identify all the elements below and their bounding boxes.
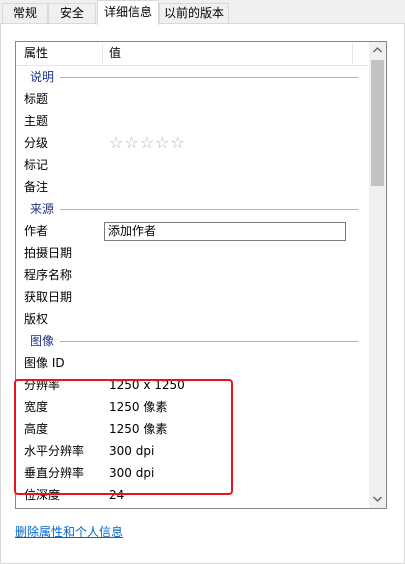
property-key: 获取日期 [24, 290, 73, 304]
property-row-height[interactable]: 高度 1250 像素 [16, 418, 368, 440]
property-key: 图像 ID [24, 356, 65, 370]
column-separator[interactable] [102, 44, 103, 64]
column-header-property[interactable]: 属性 [24, 42, 48, 65]
property-key: 拍摄日期 [24, 246, 73, 260]
property-value: 1250 像素 [109, 400, 168, 414]
property-row-rating[interactable]: 分级 ☆☆☆☆☆ [16, 132, 368, 154]
property-value: 1250 像素 [109, 422, 168, 436]
property-key: 高度 [24, 422, 49, 436]
tab-previous-versions[interactable]: 以前的版本 [159, 3, 229, 24]
property-key: 标记 [24, 158, 49, 172]
property-key: 位深度 [24, 488, 61, 502]
property-row-program-name[interactable]: 程序名称 [16, 264, 368, 286]
group-label: 说明 [30, 66, 61, 88]
tab-security[interactable]: 安全 [48, 3, 96, 24]
column-separator[interactable] [352, 44, 353, 64]
group-origin: 来源 [16, 198, 368, 220]
tab-details[interactable]: 详细信息 [97, 0, 159, 25]
property-row-width[interactable]: 宽度 1250 像素 [16, 396, 368, 418]
property-row-copyright[interactable]: 版权 [16, 308, 368, 330]
property-value: 300 dpi [109, 444, 155, 458]
rating-stars-icon[interactable]: ☆☆☆☆☆ [109, 132, 186, 154]
property-row-title[interactable]: 标题 [16, 88, 368, 110]
group-label: 图像 [30, 330, 61, 352]
property-row-resolution[interactable]: 分辨率 1250 x 1250 [16, 374, 368, 396]
group-divider [30, 209, 358, 210]
property-row-bit-depth[interactable]: 位深度 24 [16, 484, 368, 506]
group-image: 图像 [16, 330, 368, 352]
property-row-date-acquired[interactable]: 获取日期 [16, 286, 368, 308]
tab-general[interactable]: 常规 [2, 3, 48, 24]
list-header: 属性 值 [16, 42, 368, 66]
property-row-subject[interactable]: 主题 [16, 110, 368, 132]
group-label: 来源 [30, 198, 61, 220]
property-key: 主题 [24, 114, 49, 128]
property-row-author[interactable]: 作者 添加作者 [16, 220, 368, 242]
property-key: 分辨率 [24, 378, 61, 392]
property-key: 标题 [24, 92, 49, 106]
property-row-image-id[interactable]: 图像 ID [16, 352, 368, 374]
group-description: 说明 [16, 66, 368, 88]
remove-properties-link[interactable]: 删除属性和个人信息 [15, 523, 123, 540]
property-key: 作者 [24, 224, 49, 238]
chevron-down-icon[interactable] [369, 491, 386, 508]
properties-list[interactable]: 属性 值 说明 标题 主题 分级 ☆☆☆☆☆ 标记 备注 来源 作者 添加作者 … [15, 41, 387, 509]
property-row-tags[interactable]: 标记 [16, 154, 368, 176]
property-key: 垂直分辨率 [24, 466, 85, 480]
property-key: 程序名称 [24, 268, 73, 282]
property-row-vertical-resolution[interactable]: 垂直分辨率 300 dpi [16, 462, 368, 484]
property-key: 宽度 [24, 400, 49, 414]
property-key: 备注 [24, 180, 49, 194]
chevron-up-icon[interactable] [369, 42, 386, 59]
property-rows: 说明 标题 主题 分级 ☆☆☆☆☆ 标记 备注 来源 作者 添加作者 拍摄日期 … [16, 66, 368, 506]
property-value: 300 dpi [109, 466, 155, 480]
group-divider [30, 341, 358, 342]
property-value: 24 [109, 488, 125, 502]
group-divider [30, 77, 358, 78]
property-value: 1250 x 1250 [109, 378, 185, 392]
property-row-horizontal-resolution[interactable]: 水平分辨率 300 dpi [16, 440, 368, 462]
vertical-scrollbar[interactable] [369, 42, 386, 508]
tab-strip: 常规 安全 详细信息 以前的版本 [0, 0, 405, 25]
column-header-value[interactable]: 值 [109, 42, 121, 65]
property-key: 分级 [24, 136, 49, 150]
scrollbar-thumb[interactable] [371, 60, 384, 186]
property-row-comments[interactable]: 备注 [16, 176, 368, 198]
property-key: 版权 [24, 312, 49, 326]
property-key: 水平分辨率 [24, 444, 85, 458]
author-input[interactable]: 添加作者 [104, 222, 346, 241]
property-row-date-taken[interactable]: 拍摄日期 [16, 242, 368, 264]
